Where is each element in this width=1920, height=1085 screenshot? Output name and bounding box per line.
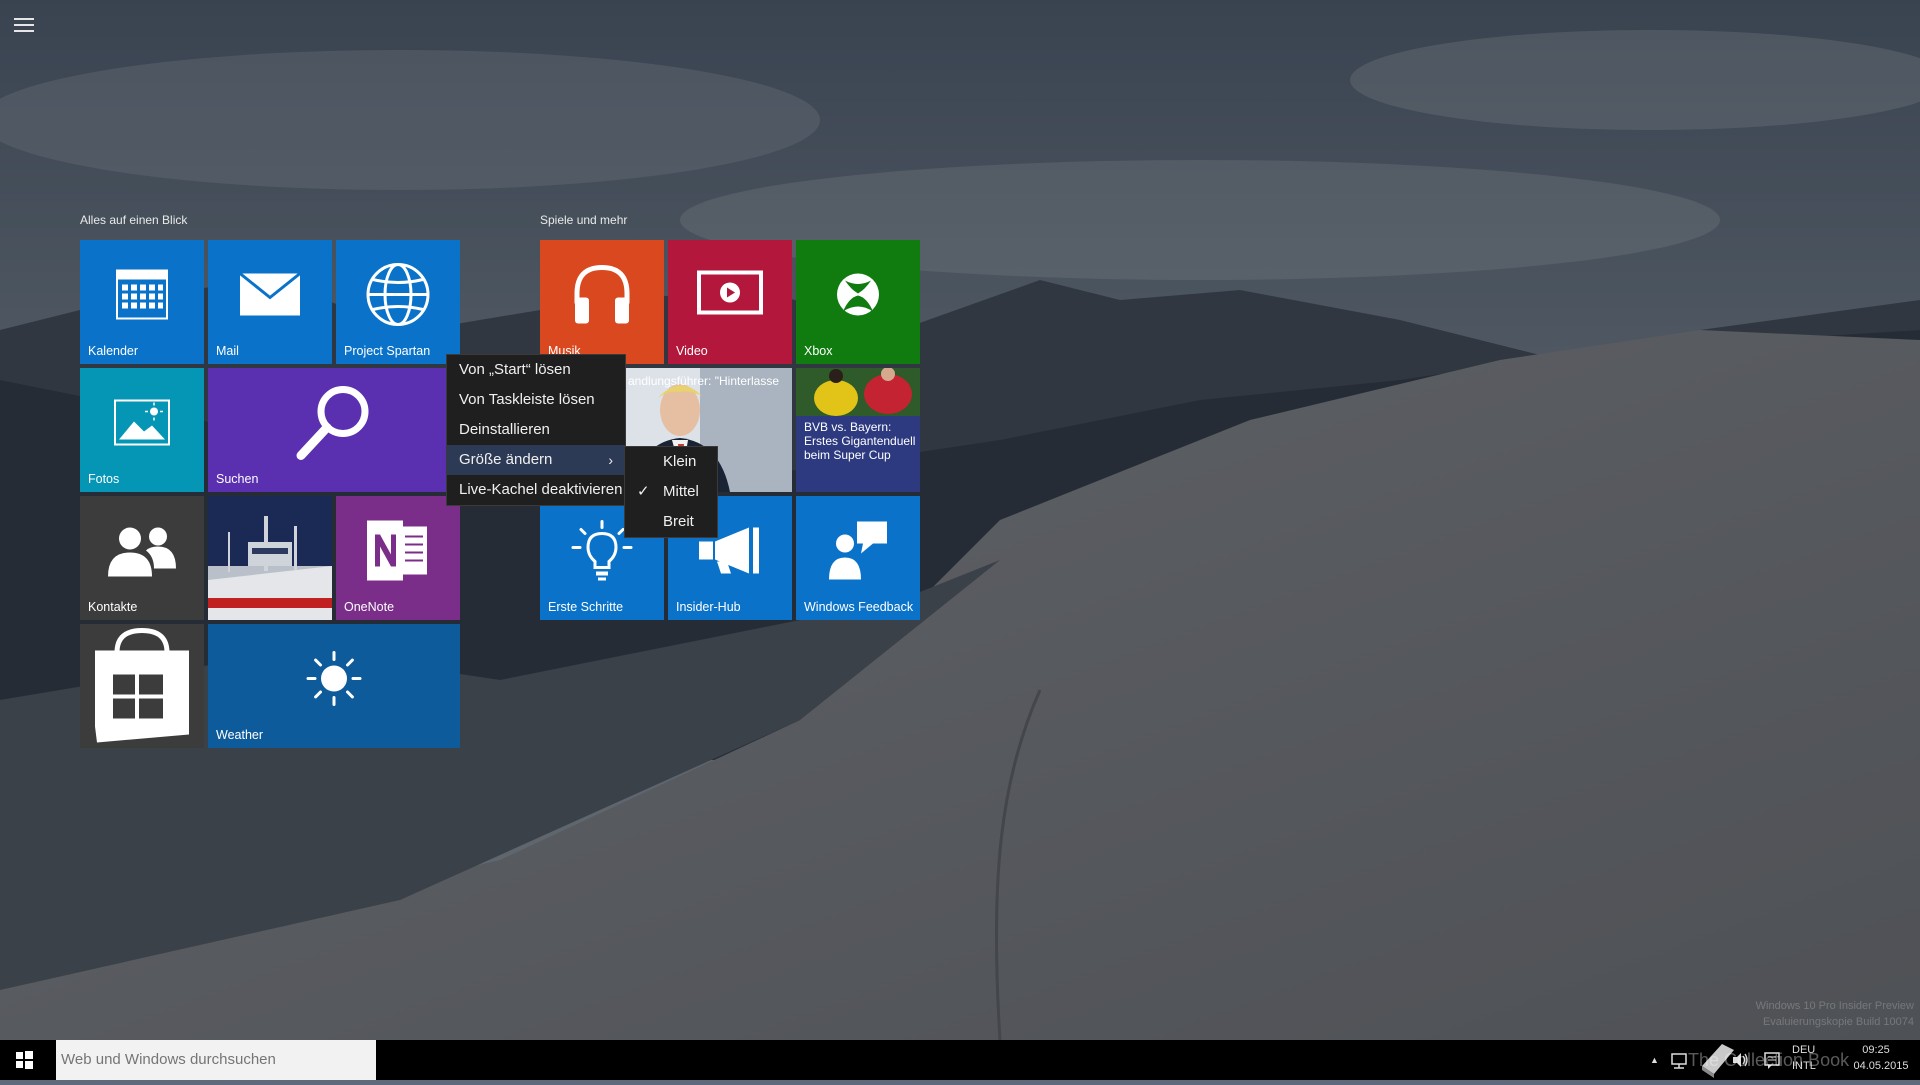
tile-weather[interactable]: Weather [208,624,460,748]
sport-headline: BVB vs. Bayern: Erstes Gigantenduell bei… [804,420,916,462]
globe-icon [365,262,431,333]
tile-project-spartan[interactable]: Project Spartan [336,240,460,364]
taskbar: ▲ DEU INTL 09:25 04.05.2015 The Collecti… [0,1040,1920,1080]
sun-icon [306,651,362,712]
tile-musik[interactable]: Musik [540,240,664,364]
store-icon [87,627,197,748]
tile-label: Kalender [88,344,139,358]
feedback-icon [827,520,889,587]
context-menu: Von „Start“ lösen Von Taskleiste lösen D… [446,354,626,506]
chevron-up-icon[interactable]: ▲ [1650,1040,1664,1080]
tile-mail[interactable]: Mail [208,240,332,364]
menu-item-label: Größe ändern [459,451,553,468]
tile-label: Weather [216,728,264,742]
search-icon [293,382,375,469]
tile-video[interactable]: Video [668,240,792,364]
sport-photo-image [796,368,920,416]
menu-item-unpin-start[interactable]: Von „Start“ lösen [447,355,625,385]
tile-sport-news[interactable]: BVB vs. Bayern: Erstes Gigantenduell bei… [796,368,920,492]
tile-label: Windows Feedback [804,600,914,614]
contacts-icon [106,525,178,582]
build-watermark-line1: Windows 10 Pro Insider Preview [1755,1000,1914,1012]
windows-logo-icon [16,1051,33,1069]
tile-label: Fotos [88,472,120,486]
brand-watermark-text: The Collection Book [1688,1050,1850,1070]
tile-fotos[interactable]: Fotos [80,368,204,492]
menu-item-resize[interactable]: Größe ändern › [447,445,625,475]
menu-item-unpin-taskbar[interactable]: Von Taskleiste lösen [447,385,625,415]
submenu-item-small[interactable]: Klein [625,447,717,477]
tile-store[interactable] [80,624,204,748]
tile-label: Video [676,344,708,358]
submenu-item-wide[interactable]: Breit [625,507,717,537]
tile-windows-feedback[interactable]: Windows Feedback [796,496,920,620]
network-icon[interactable] [1670,1040,1690,1080]
menu-item-uninstall[interactable]: Deinstallieren [447,415,625,445]
tile-label: Suchen [216,472,259,486]
hamburger-menu-icon[interactable] [14,18,34,32]
ship-photo-image [208,496,332,620]
tile-photo-ship[interactable] [208,496,332,620]
tile-suchen[interactable]: Suchen [208,368,460,492]
clock-date[interactable]: 04.05.2015 [1850,1060,1912,1073]
photo-icon [114,399,170,451]
tile-kalender[interactable]: Kalender [80,240,204,364]
tile-label: Kontakte [88,600,138,614]
tile-kontakte[interactable]: Kontakte [80,496,204,620]
checkmark-icon: ✓ [637,483,650,500]
resize-submenu: Klein ✓ Mittel Breit [624,446,718,538]
headphones-icon [571,264,633,331]
group-title-left: Alles auf einen Blick [80,213,188,227]
system-tray: ▲ DEU INTL 09:25 04.05.2015 The Collecti… [1650,1040,1920,1080]
news-headline: andlungsführer: "Hinterlasse [628,374,780,388]
search-input[interactable] [56,1040,376,1080]
tile-label: Mail [216,344,239,358]
build-watermark-line2: Evaluierungskopie Build 10074 [1762,1016,1914,1028]
tile-xbox[interactable]: Xbox [796,240,920,364]
start-button[interactable] [0,1040,48,1080]
tile-label: Project Spartan [344,344,431,358]
video-icon [697,270,763,324]
tile-label: Insider-Hub [676,600,741,614]
calendar-icon [116,269,168,325]
submenu-item-medium[interactable]: ✓ Mittel [625,477,717,507]
tile-label: OneNote [344,600,395,614]
chevron-right-icon: › [608,452,613,468]
group-title-right: Spiele und mehr [540,213,628,227]
tile-label: Erste Schritte [548,600,624,614]
menu-item-label: Mittel [663,483,699,500]
menu-item-disable-live-tile[interactable]: Live-Kachel deaktivieren [447,475,625,505]
onenote-icon [367,520,429,586]
tile-onenote[interactable]: OneNote [336,496,460,620]
tile-label: Xbox [804,344,833,358]
clock-time[interactable]: 09:25 [1850,1044,1902,1057]
mail-icon [239,272,301,321]
xbox-icon [835,272,881,323]
